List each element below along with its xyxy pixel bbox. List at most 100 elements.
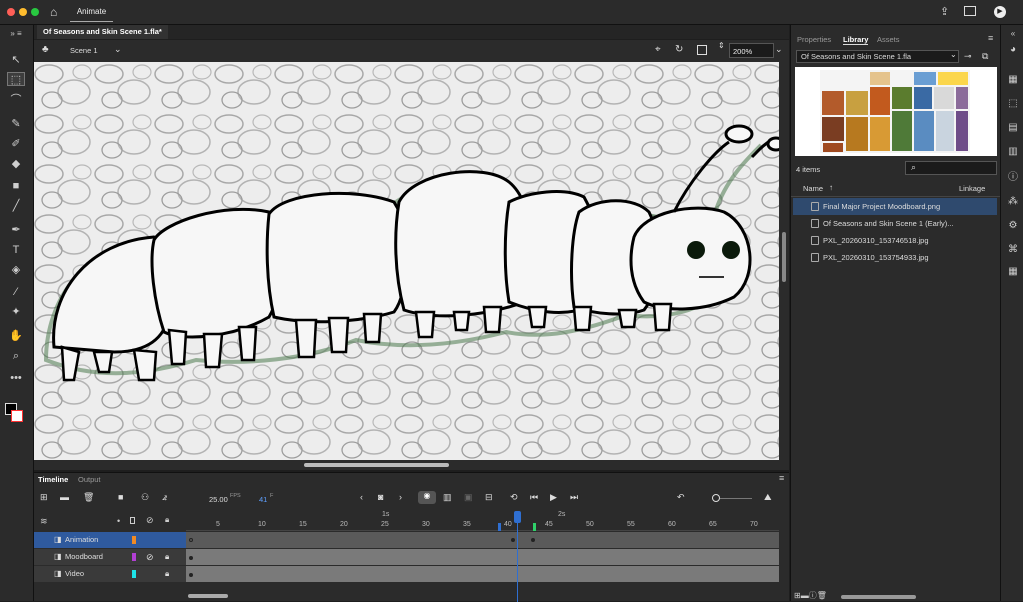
workspace-icon[interactable] [964, 6, 976, 16]
library-document-select[interactable]: Of Seasons and Skin Scene 1.fla [796, 50, 959, 63]
zoom-tool-icon[interactable]: ⌕ [7, 349, 25, 363]
keyframe[interactable] [531, 538, 535, 542]
onion-skin-icon[interactable]: ◉ [418, 491, 436, 504]
new-layer-icon[interactable]: ⊞ [40, 492, 48, 503]
tab-properties[interactable]: Properties [797, 35, 831, 44]
undo-zoom-icon[interactable]: ↶ [677, 492, 685, 503]
layer-color-swatch[interactable] [132, 570, 136, 578]
transform-panel-icon[interactable]: ⬚ [1006, 97, 1020, 111]
tab-output[interactable]: Output [78, 475, 101, 484]
scene-label[interactable]: Scene 1 [70, 46, 98, 55]
pin-library-icon[interactable]: ⊸ [964, 51, 972, 62]
tab-library[interactable]: Library [843, 35, 869, 45]
center-stage-icon[interactable]: ⌖ [655, 44, 661, 55]
app-tab[interactable]: Animate [70, 2, 113, 22]
onion-marker-start[interactable] [498, 523, 501, 531]
history-panel-icon[interactable]: ⌘ [1006, 243, 1020, 257]
more-tools-icon[interactable]: ••• [7, 371, 25, 385]
eyedropper-tool-icon[interactable]: ⁄ [7, 285, 25, 299]
library-search-input[interactable]: ⌕ [905, 161, 997, 175]
insert-frame-icon[interactable]: ⊟ [485, 492, 493, 503]
tab-timeline[interactable]: Timeline [38, 475, 68, 484]
new-library-panel-icon[interactable]: ⧉ [982, 51, 988, 62]
collapse-toolbar-icon[interactable]: » ≡ [7, 27, 25, 41]
zoom-window-button[interactable] [31, 8, 39, 16]
collapse-panels-icon[interactable]: « [1006, 27, 1020, 41]
tab-assets[interactable]: Assets [877, 35, 900, 44]
test-movie-icon[interactable]: ▶ [994, 6, 1006, 18]
home-icon[interactable]: ⌂ [50, 5, 64, 19]
chevron-down-icon[interactable]: ⌄ [114, 44, 122, 55]
play-icon[interactable]: ▶ [550, 492, 557, 503]
lock-icon[interactable]: 🔒︎ [165, 515, 169, 525]
components-panel-icon[interactable]: ▥ [1006, 145, 1020, 159]
library-item[interactable]: Final Major Project Moodboard.png [793, 198, 997, 215]
name-column-header[interactable]: Name [803, 184, 823, 193]
scene-icon[interactable]: ♣ [42, 44, 49, 55]
rectangle-tool-icon[interactable]: ■ [7, 179, 25, 193]
panel-menu-icon[interactable]: ≡ [988, 33, 993, 43]
line-tool-icon[interactable]: ╱ [7, 199, 25, 213]
color-panel-icon[interactable]: ◕ [1006, 43, 1020, 57]
layer-color-swatch[interactable] [132, 536, 136, 544]
fit-stage-icon[interactable]: ⇕ [718, 42, 725, 50]
paint-bucket-tool-icon[interactable]: ◈ [7, 263, 25, 277]
layer-color-swatch[interactable] [132, 553, 136, 561]
hand-tool-icon[interactable]: ✋ [7, 329, 25, 343]
step-forward-icon[interactable]: ⏭ [570, 492, 578, 503]
frame-ruler[interactable]: 1s 2s 5 10 15 20 25 30 35 40 45 50 55 60… [186, 509, 779, 531]
align-panel-icon[interactable]: ▤ [1006, 121, 1020, 135]
hidden-icon[interactable]: ⊘ [146, 549, 154, 565]
pin-tool-icon[interactable]: ✦ [7, 305, 25, 319]
previous-keyframe-icon[interactable]: ‹ [360, 492, 363, 502]
library-item[interactable]: PXL_20260310_153754933.jpg [793, 249, 997, 266]
sort-ascending-icon[interactable]: ↑ [829, 183, 833, 192]
new-folder-icon[interactable]: ▬ [60, 492, 69, 502]
edit-multiple-frames-icon[interactable]: ▣ [464, 492, 473, 503]
pen-tool-icon[interactable]: ✒ [7, 223, 25, 237]
visibility-icon[interactable]: ⊘ [146, 515, 154, 526]
camera-icon[interactable]: ■ [118, 492, 123, 502]
zoom-field[interactable]: 200% [729, 43, 774, 58]
minimize-window-button[interactable] [19, 8, 27, 16]
document-tab[interactable]: Of Seasons and Skin Scene 1.fla* [37, 25, 168, 39]
layer-name[interactable]: Animation [65, 532, 98, 548]
library-item[interactable]: Of Seasons and Skin Scene 1 (Early)... [793, 215, 997, 232]
show-outline-dot-icon[interactable]: • [117, 516, 120, 526]
lock-icon[interactable]: 🔒︎ [165, 549, 169, 565]
fill-color-swatch[interactable] [11, 410, 23, 422]
layer-row-animation[interactable]: ◨ Animation [34, 532, 186, 548]
stage-horizontal-scrollbar[interactable] [34, 460, 789, 470]
vertical-scroll-thumb[interactable] [782, 232, 786, 282]
eraser-tool-icon[interactable]: ◆ [7, 157, 25, 171]
new-symbol-icon[interactable]: ⊞▬ⓘ🗑 [794, 590, 827, 601]
layer-name[interactable]: Video [65, 566, 84, 582]
library-scroll-thumb[interactable] [841, 595, 916, 599]
layer-row-video[interactable]: ◨ Video 🔒︎ [34, 566, 186, 582]
linkage-column-header[interactable]: Linkage [959, 184, 985, 193]
motion-presets-icon[interactable]: ⁂ [1006, 195, 1020, 209]
fps-value[interactable]: 25.00 [209, 495, 228, 504]
paint-brush-tool-icon[interactable]: ✐ [7, 137, 25, 151]
layer-row-moodboard[interactable]: ◨ Moodboard ⊘ 🔒︎ [34, 549, 186, 565]
loop-icon[interactable]: ⟲ [510, 492, 518, 503]
delete-layer-icon[interactable]: 🗑 [83, 492, 94, 503]
timeline-scroll-thumb[interactable] [188, 594, 228, 598]
clip-stage-icon[interactable] [697, 45, 707, 55]
share-icon[interactable]: ⇪ [940, 5, 949, 18]
playhead[interactable] [514, 511, 521, 523]
outline-icon[interactable] [130, 517, 135, 524]
graph-icon[interactable]: ⦨ [162, 492, 167, 503]
horizontal-scroll-thumb[interactable] [304, 463, 449, 467]
chevron-down-icon[interactable]: ⌄ [950, 50, 957, 59]
library-item[interactable]: PXL_20260310_153746518.jpg [793, 232, 997, 249]
frames-animation[interactable] [186, 532, 779, 548]
info-panel-icon[interactable]: ⓘ [1006, 171, 1020, 185]
keyframe[interactable] [189, 573, 193, 577]
zoom-dropdown-icon[interactable]: ⌄ [775, 44, 783, 55]
next-keyframe-icon[interactable]: › [399, 492, 402, 502]
onion-marker-end[interactable] [533, 523, 536, 531]
lasso-tool-icon[interactable]: ⌒ [7, 93, 25, 107]
brush-tool-icon[interactable]: ✎ [7, 117, 25, 131]
blank-keyframe[interactable] [189, 538, 193, 542]
